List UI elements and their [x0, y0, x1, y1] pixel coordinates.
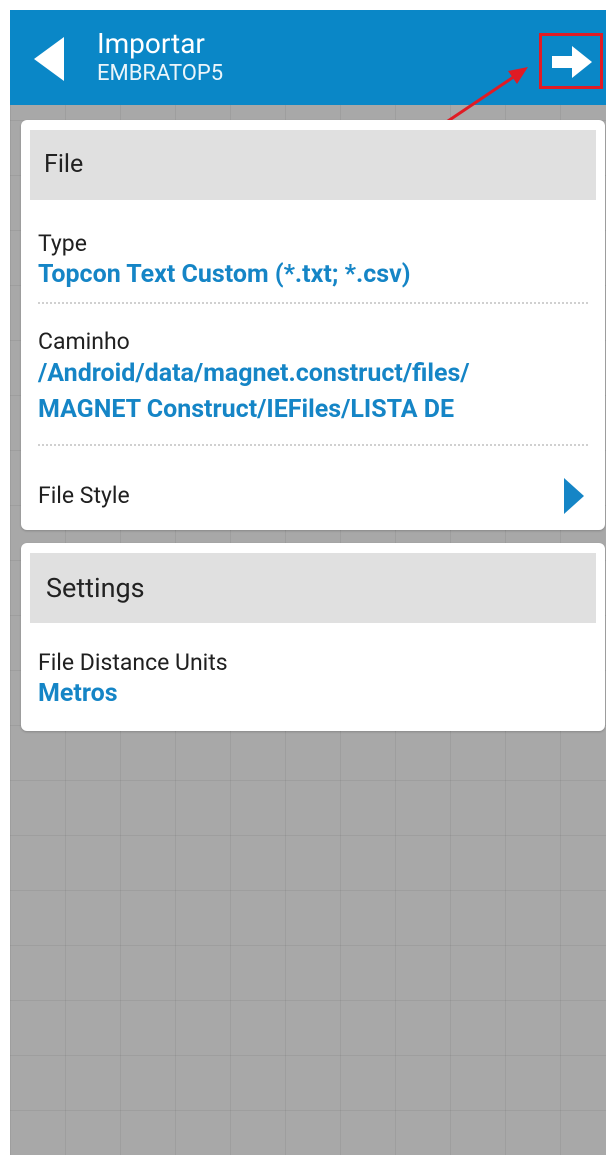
type-row[interactable]: Type Topcon Text Custom (*.txt; *.csv): [38, 230, 588, 292]
settings-section-header: Settings: [30, 553, 596, 623]
divider: [38, 302, 588, 304]
file-card: File Type Topcon Text Custom (*.txt; *.c…: [21, 120, 605, 530]
app-subtitle: EMBRATOP5: [97, 61, 224, 86]
app-bar: Importar EMBRATOP5: [10, 10, 606, 105]
arrow-right-icon: [552, 46, 592, 78]
divider: [38, 444, 588, 446]
file-style-label: File Style: [38, 482, 130, 509]
settings-card: Settings File Distance Units Metros: [21, 543, 605, 731]
path-row[interactable]: Caminho /Android/data/magnet.construct/f…: [38, 328, 588, 428]
settings-section-title: Settings: [46, 572, 145, 604]
distance-units-row[interactable]: File Distance Units Metros: [38, 649, 588, 711]
app-screen: Importar EMBRATOP5 File Type Topcon Text…: [10, 10, 606, 1155]
chevron-right-icon: [564, 478, 584, 514]
path-label: Caminho: [38, 328, 130, 355]
title-block: Importar EMBRATOP5: [97, 27, 223, 87]
path-value-line2: MAGNET Construct/IEFiles/LISTA DE: [38, 395, 455, 424]
file-style-row[interactable]: File Style: [38, 474, 588, 518]
back-button[interactable]: [30, 35, 70, 83]
type-label: Type: [38, 230, 87, 257]
caret-left-icon: [34, 37, 64, 81]
path-value-line1: /Android/data/magnet.construct/files/: [38, 359, 470, 388]
file-section-header: File: [30, 130, 596, 200]
distance-units-label: File Distance Units: [38, 649, 228, 676]
next-button[interactable]: [539, 33, 603, 89]
distance-units-value: Metros: [38, 679, 118, 708]
app-title: Importar: [97, 27, 205, 60]
type-value: Topcon Text Custom (*.txt; *.csv): [38, 260, 411, 289]
file-section-title: File: [44, 150, 84, 179]
